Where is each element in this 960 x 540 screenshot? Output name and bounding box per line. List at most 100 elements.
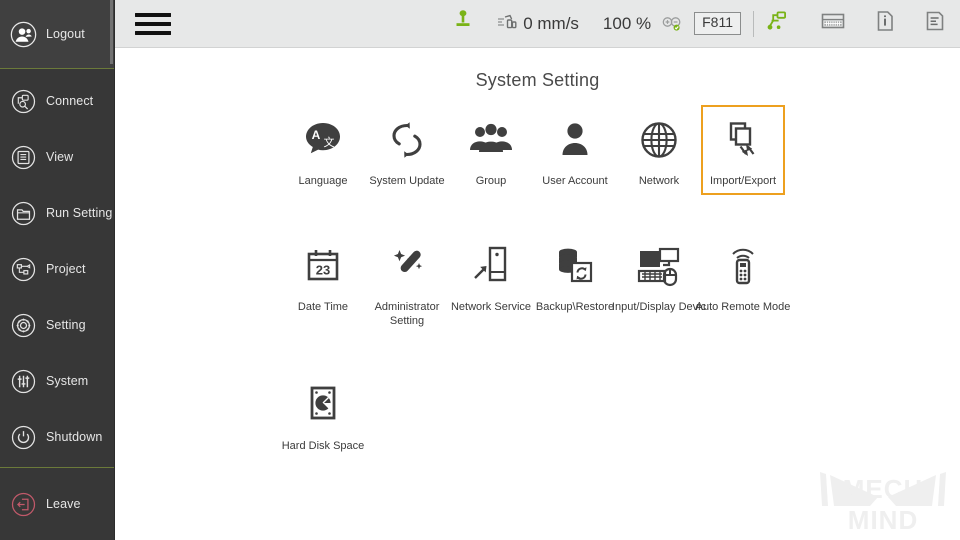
tile-language-label: Language xyxy=(298,175,348,187)
sidebar-item-view-label: View xyxy=(46,150,74,164)
tile-backup-restore-label: Backup\Restore xyxy=(535,300,615,313)
sidebar-item-logout-label: Logout xyxy=(46,27,85,41)
sidebar-item-project[interactable]: Project xyxy=(0,241,114,297)
system-sliders-icon xyxy=(9,367,37,395)
sidebar: Logout Connect View Run Setting Project … xyxy=(0,0,115,540)
content-area: System Setting A 文 Language System Updat… xyxy=(115,48,960,540)
tile-user-account-label: User Account xyxy=(542,175,608,187)
watermark: MECH MIND xyxy=(808,466,958,538)
sidebar-item-run-setting[interactable]: Run Setting xyxy=(0,185,114,241)
sidebar-item-view[interactable]: View xyxy=(0,129,114,185)
network-globe-icon xyxy=(632,115,686,165)
hard-disk-icon xyxy=(296,380,350,430)
setting-gear-icon xyxy=(9,311,37,339)
network-service-icon xyxy=(464,241,518,291)
tile-import-export[interactable]: Import/Export xyxy=(701,105,785,195)
tile-hard-disk-space-label: Hard Disk Space xyxy=(281,440,365,453)
svg-text:A: A xyxy=(312,128,321,142)
speed-value: 0 mm/s xyxy=(523,13,579,33)
input-display-icon xyxy=(632,241,686,291)
keyboard-button[interactable] xyxy=(820,10,846,37)
hamburger-menu-button[interactable] xyxy=(135,12,171,35)
tile-auto-remote-mode-label: Auto Remote Mode xyxy=(695,300,791,313)
backup-restore-icon xyxy=(548,241,602,291)
settings-row-2: 23 Date Time Administrator Setting Netwo… xyxy=(115,231,960,335)
sidebar-nav: Connect View Run Setting Project Setting… xyxy=(0,69,114,467)
tile-network-service[interactable]: Network Service xyxy=(449,231,533,335)
sidebar-item-setting[interactable]: Setting xyxy=(0,297,114,353)
hamburger-bar-1 xyxy=(135,12,171,17)
user-account-icon xyxy=(548,115,602,165)
calendar-icon: 23 xyxy=(296,241,350,291)
tile-user-account[interactable]: User Account xyxy=(533,105,617,195)
sidebar-item-run-setting-label: Run Setting xyxy=(46,206,113,220)
tile-auto-remote-mode[interactable]: Auto Remote Mode xyxy=(696,231,790,335)
hamburger-bar-3 xyxy=(135,30,171,35)
speed-indicator: 0 mm/s xyxy=(496,14,579,34)
tile-backup-restore[interactable]: Backup\Restore xyxy=(533,231,617,335)
sidebar-item-leave[interactable]: Leave xyxy=(0,468,114,540)
shutdown-power-icon xyxy=(9,423,37,451)
tile-language[interactable]: A 文 Language xyxy=(281,105,365,195)
top-toolbar: 0 mm/s 100 % F811 xyxy=(115,0,960,48)
sidebar-item-system-label: System xyxy=(46,374,89,388)
user-logout-icon xyxy=(9,20,37,48)
system-update-icon xyxy=(380,115,434,165)
tile-date-time[interactable]: 23 Date Time xyxy=(281,231,365,335)
tile-group[interactable]: Group xyxy=(449,105,533,195)
tile-network[interactable]: Network xyxy=(617,105,701,195)
tile-group-label: Group xyxy=(475,175,507,187)
log-button[interactable] xyxy=(924,9,946,38)
info-document-icon xyxy=(874,9,896,38)
sidebar-item-system[interactable]: System xyxy=(0,353,114,409)
sidebar-item-logout[interactable]: Logout xyxy=(0,0,114,68)
tile-date-time-label: Date Time xyxy=(297,300,349,313)
leave-exit-icon xyxy=(9,490,37,518)
tile-system-update-label: System Update xyxy=(369,175,445,187)
run-setting-icon xyxy=(9,199,37,227)
tile-input-display-device[interactable]: Input/Display Devic xyxy=(612,231,706,335)
svg-text:文: 文 xyxy=(324,135,335,149)
settings-grid: A 文 Language System Update Group User Ac… xyxy=(115,105,960,460)
remote-control-icon xyxy=(716,241,770,291)
info-button[interactable] xyxy=(874,9,896,38)
sidebar-item-setting-label: Setting xyxy=(46,318,86,332)
sidebar-item-shutdown[interactable]: Shutdown xyxy=(0,409,114,465)
sidebar-item-leave-label: Leave xyxy=(46,497,81,511)
language-translate-icon: A 文 xyxy=(296,115,350,165)
settings-row-1: A 文 Language System Update Group User Ac… xyxy=(115,105,960,195)
connect-icon xyxy=(9,87,37,115)
project-icon xyxy=(9,255,37,283)
log-list-icon xyxy=(924,9,946,38)
sidebar-scrollbar[interactable] xyxy=(110,0,113,64)
tile-system-update[interactable]: System Update xyxy=(365,105,449,195)
mech-mind-camera-logo xyxy=(820,472,946,506)
robot-link-button[interactable] xyxy=(766,9,792,38)
magic-wand-icon xyxy=(380,241,434,291)
tile-hard-disk-space[interactable]: Hard Disk Space xyxy=(281,370,365,460)
app-root: Logout Connect View Run Setting Project … xyxy=(0,0,960,540)
tile-network-service-label: Network Service xyxy=(450,300,532,313)
main-pane: 0 mm/s 100 % F811 System Setting A 文 Lan… xyxy=(115,0,960,540)
speed-icon xyxy=(496,14,518,34)
tile-import-export-label: Import/Export xyxy=(709,175,777,187)
toolbar-separator xyxy=(753,10,754,37)
sidebar-item-shutdown-label: Shutdown xyxy=(46,430,103,444)
tool-pin-button[interactable] xyxy=(452,9,474,38)
zoom-in-out-icon[interactable] xyxy=(661,14,685,34)
settings-row-3: Hard Disk Space xyxy=(115,370,960,460)
tile-administrator-setting[interactable]: Administrator Setting xyxy=(365,231,449,335)
tile-input-display-device-label: Input/Display Devic xyxy=(611,300,707,313)
robot-link-icon xyxy=(766,9,792,38)
frame-selector-button[interactable]: F811 xyxy=(694,12,741,35)
group-users-icon xyxy=(464,115,518,165)
page-title: System Setting xyxy=(475,70,600,90)
view-icon xyxy=(9,143,37,171)
zoom-value: 100 % xyxy=(602,13,652,33)
svg-text:23: 23 xyxy=(316,262,330,277)
import-export-icon xyxy=(716,115,770,165)
sidebar-item-connect-label: Connect xyxy=(46,94,94,108)
sidebar-item-connect[interactable]: Connect xyxy=(0,73,114,129)
watermark-text: MECH MIND xyxy=(842,474,924,535)
tile-administrator-setting-label: Administrator Setting xyxy=(374,300,440,327)
